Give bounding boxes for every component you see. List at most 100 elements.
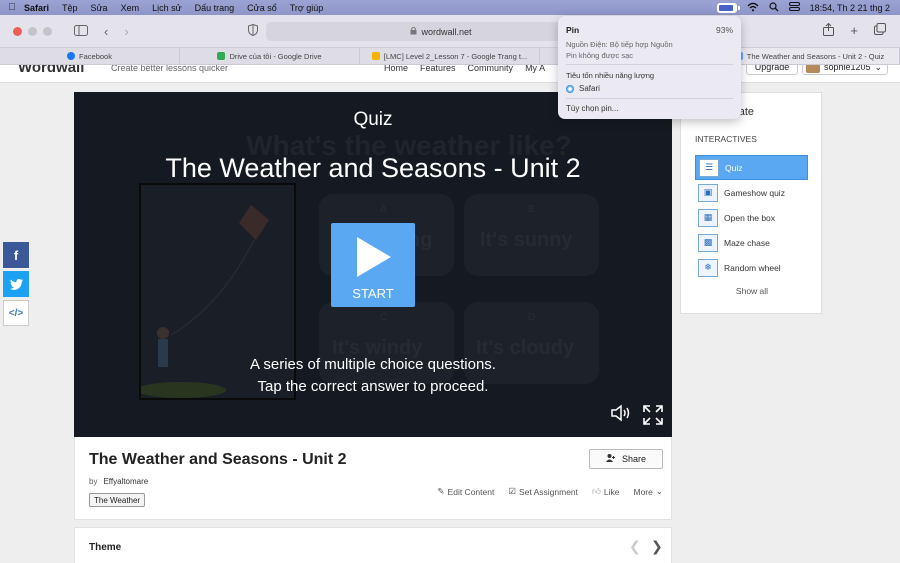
privacy-shield-icon[interactable] bbox=[248, 23, 258, 39]
site-header: Wordwall Create better lessons quicker H… bbox=[0, 65, 900, 83]
app-label: Safari bbox=[579, 84, 600, 93]
tab-label: [LMC] Level 2_Lesson 7 - Google Trang t.… bbox=[383, 51, 528, 61]
theme-next-icon[interactable]: ❯ bbox=[651, 538, 663, 555]
template-random-wheel[interactable]: ❄ Random wheel bbox=[695, 255, 808, 280]
start-label: START bbox=[352, 286, 394, 301]
menu-file[interactable]: Tệp bbox=[62, 3, 78, 13]
activity-info-panel: The Weather and Seasons - Unit 2 by Effya… bbox=[74, 437, 672, 520]
chevron-down-icon: ⌄ bbox=[655, 486, 663, 496]
ghost-letter-d: D bbox=[528, 312, 536, 323]
activity-description: A series of multiple choice questions. T… bbox=[74, 354, 672, 398]
tab-overview-icon[interactable] bbox=[874, 23, 886, 39]
battery-icon[interactable] bbox=[716, 2, 740, 13]
nav-my-activities[interactable]: My A bbox=[525, 65, 545, 73]
topic-tag[interactable]: The Weather bbox=[89, 493, 146, 507]
menu-history[interactable]: Lịch sử bbox=[152, 3, 182, 13]
template-gameshow-quiz[interactable]: ▣ Gameshow quiz bbox=[695, 180, 808, 205]
tab-label: The Weather and Seasons - Unit 2 - Quiz bbox=[746, 51, 885, 61]
nav-features[interactable]: Features bbox=[420, 65, 456, 73]
safari-icon bbox=[566, 84, 574, 93]
tab-facebook[interactable]: Facebook bbox=[0, 48, 180, 64]
menu-bookmarks[interactable]: Dấu trang bbox=[195, 3, 235, 13]
start-button[interactable]: START bbox=[331, 223, 415, 307]
wordwall-logo[interactable]: Wordwall bbox=[18, 65, 84, 76]
template-maze-chase[interactable]: ▩ Maze chase bbox=[695, 230, 808, 255]
url-text: wordwall.net bbox=[421, 26, 472, 37]
show-all-link[interactable]: Show all bbox=[681, 286, 823, 296]
battery-options-item[interactable]: Tùy chọn pin... bbox=[566, 104, 618, 113]
clock[interactable]: 18:54, Th 2 21 thg 2 bbox=[810, 3, 890, 13]
power-source: Nguồn Điện: Bộ tiếp hợp Nguồn bbox=[566, 40, 673, 49]
tab-wordwall[interactable]: The Weather and Seasons - Unit 2 - Quiz bbox=[720, 48, 900, 64]
activity-title-overlay: The Weather and Seasons - Unit 2 bbox=[165, 153, 581, 183]
menu-window[interactable]: Cửa sổ bbox=[247, 3, 277, 13]
menu-help[interactable]: Trợ giúp bbox=[290, 3, 324, 13]
activity-title: The Weather and Seasons - Unit 2 bbox=[89, 451, 347, 468]
menu-edit[interactable]: Sửa bbox=[91, 3, 108, 13]
tab-google-drive[interactable]: Drive của tôi - Google Drive bbox=[180, 48, 360, 64]
more-button[interactable]: More ⌄ bbox=[634, 486, 664, 497]
facebook-share-button[interactable]: f bbox=[3, 242, 29, 268]
forward-icon[interactable]: › bbox=[124, 24, 128, 39]
set-assignment-button[interactable]: ☑ Set Assignment bbox=[508, 486, 578, 497]
player-controls bbox=[610, 404, 664, 431]
more-label: More bbox=[633, 486, 653, 497]
battery-menu: Pin 93% Nguồn Điện: Bộ tiếp hợp Nguồn Pi… bbox=[558, 16, 741, 119]
energy-heading: Tiêu tốn nhiều năng lượng bbox=[566, 71, 655, 80]
author-link[interactable]: Effyaltomare bbox=[103, 477, 148, 486]
nav-community[interactable]: Community bbox=[468, 65, 514, 73]
toolbar-actions: + bbox=[823, 22, 886, 39]
interactives-heading: INTERACTIVES bbox=[695, 134, 757, 144]
page-content: Wordwall Create better lessons quicker H… bbox=[0, 65, 900, 563]
battery-title: Pin bbox=[566, 25, 580, 35]
twitter-share-button[interactable] bbox=[3, 271, 29, 297]
activity-player[interactable]: What's the weather like? A B C D It's ra… bbox=[74, 92, 672, 437]
author-line: by Effyaltomare bbox=[89, 477, 148, 486]
menu-app[interactable]: Safari bbox=[24, 3, 49, 13]
new-tab-icon[interactable]: + bbox=[850, 23, 858, 39]
template-label: Random wheel bbox=[724, 262, 781, 273]
control-center-icon[interactable] bbox=[788, 2, 800, 13]
username: sophie1205 bbox=[824, 65, 871, 72]
back-icon[interactable]: ‹ bbox=[104, 24, 108, 39]
zoom-window-button[interactable] bbox=[43, 26, 52, 36]
share-button[interactable]: Share bbox=[589, 449, 663, 469]
avatar bbox=[806, 65, 820, 73]
spotlight-icon[interactable] bbox=[768, 1, 779, 14]
like-button[interactable]: 👍︎ Like bbox=[592, 486, 619, 497]
chevron-down-icon: ⌄ bbox=[874, 65, 883, 72]
energy-app-safari[interactable]: Safari bbox=[566, 84, 600, 93]
theme-prev-icon[interactable]: ❮ bbox=[629, 538, 641, 555]
template-open-the-box[interactable]: ▦ Open the box bbox=[695, 205, 808, 230]
quiz-icon: ☰ bbox=[699, 158, 719, 177]
like-label: Like bbox=[603, 486, 620, 497]
box-icon: ▦ bbox=[698, 208, 718, 227]
sites-favicon-icon bbox=[371, 52, 380, 60]
minimize-window-button[interactable] bbox=[28, 26, 37, 36]
nav-home[interactable]: Home bbox=[384, 65, 408, 73]
tab-bar: Facebook Drive của tôi - Google Drive [L… bbox=[0, 48, 900, 65]
sidebar-toggle-icon[interactable] bbox=[74, 24, 88, 39]
menu-view[interactable]: Xem bbox=[121, 3, 140, 13]
tab-google-sites[interactable]: [LMC] Level 2_Lesson 7 - Google Trang t.… bbox=[360, 48, 540, 64]
embed-button[interactable]: </> bbox=[3, 300, 29, 326]
facebook-icon: f bbox=[13, 247, 19, 263]
browser-toolbar: ‹ › wordwall.net + bbox=[0, 15, 900, 48]
site-tagline: Create better lessons quicker bbox=[111, 65, 229, 73]
user-menu[interactable]: sophie1205 ⌄ bbox=[802, 65, 888, 75]
theme-heading: Theme bbox=[89, 542, 122, 553]
ghost-letter-a: A bbox=[380, 204, 387, 215]
share-icon[interactable] bbox=[823, 22, 835, 39]
volume-icon[interactable] bbox=[610, 404, 632, 431]
site-nav: Home Features Community My A bbox=[384, 65, 545, 73]
fullscreen-icon[interactable] bbox=[642, 404, 664, 431]
ghost-text-b: It's sunny bbox=[480, 229, 573, 251]
code-icon: </> bbox=[8, 307, 24, 319]
close-window-button[interactable] bbox=[13, 26, 22, 36]
edit-content-button[interactable]: ✎ Edit Content bbox=[437, 486, 494, 497]
apple-icon[interactable]:  bbox=[0, 2, 24, 13]
wifi-icon[interactable] bbox=[747, 2, 759, 14]
upgrade-button[interactable]: Upgrade bbox=[746, 65, 798, 75]
template-quiz[interactable]: ☰ Quiz bbox=[695, 155, 808, 180]
wheel-icon: ❄ bbox=[698, 258, 718, 277]
